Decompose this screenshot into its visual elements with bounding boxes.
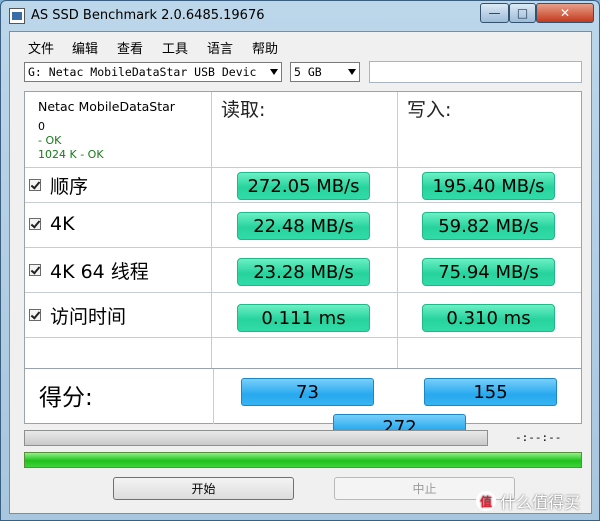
access-write-value: 0.310 ms	[422, 304, 555, 332]
overall-progress-bar	[24, 452, 582, 468]
4k64-read-value: 23.28 MB/s	[237, 258, 370, 286]
status-field	[369, 61, 582, 83]
write-header: 写入:	[407, 99, 452, 121]
watermark-text: 什么值得买	[500, 493, 581, 512]
menu-view[interactable]: 查看	[117, 38, 143, 57]
menu-edit[interactable]: 编辑	[72, 38, 98, 57]
access-text: 访问时间	[50, 305, 127, 328]
watermark-logo: 值	[476, 491, 496, 511]
4k64-text: 4K 64 线程	[50, 260, 149, 283]
drive-info-line: 0	[38, 120, 45, 133]
chevron-down-icon	[270, 69, 278, 75]
4k64-write-value: 75.94 MB/s	[422, 258, 555, 286]
4k64-checkbox[interactable]	[29, 264, 41, 276]
4k-checkbox[interactable]	[29, 218, 41, 230]
chevron-down-icon	[348, 69, 356, 75]
menu-language[interactable]: 语言	[207, 38, 233, 57]
drive-dropdown-value: G: Netac MobileDataStar USB Devic	[28, 65, 257, 79]
close-button[interactable]: ✕	[536, 3, 594, 23]
app-window: AS SSD Benchmark 2.0.6485.19676 — □ ✕ 文件…	[0, 0, 600, 521]
window-title: AS SSD Benchmark 2.0.6485.19676	[31, 8, 265, 23]
client-area: 文件 编辑 查看 工具 语言 帮助 G: Netac MobileDataSta…	[9, 31, 592, 514]
score-read: 73	[241, 378, 374, 406]
row-access-label: 访问时间	[29, 304, 127, 328]
seq-write-value: 195.40 MB/s	[422, 172, 555, 200]
main-panel: G: Netac MobileDataStar USB Devic 5 GB N…	[10, 58, 591, 513]
drive-dropdown[interactable]: G: Netac MobileDataStar USB Devic	[24, 62, 282, 82]
menu-tools[interactable]: 工具	[162, 38, 188, 57]
test-progress-bar	[24, 430, 488, 446]
drive-info-line: - OK	[38, 134, 62, 147]
minimize-button[interactable]: —	[480, 3, 509, 23]
results-grid: Netac MobileDataStar 0 - OK 1024 K - OK …	[24, 91, 582, 441]
menu-file[interactable]: 文件	[28, 38, 54, 57]
elapsed-time: -:--:--	[515, 431, 562, 444]
test-size-value: 5 GB	[294, 65, 322, 79]
start-button[interactable]: 开始	[113, 477, 294, 500]
watermark: 值 什么值得买	[476, 489, 580, 513]
access-checkbox[interactable]	[29, 309, 41, 321]
access-read-value: 0.111 ms	[237, 304, 370, 332]
menu-bar: 文件 编辑 查看 工具 语言 帮助	[10, 32, 591, 58]
read-header: 读取:	[221, 99, 266, 121]
menu-help[interactable]: 帮助	[252, 38, 278, 57]
row-seq-label: 顺序	[29, 174, 89, 198]
drive-info: 0 - OK 1024 K - OK	[38, 120, 208, 162]
seq-read-value: 272.05 MB/s	[237, 172, 370, 200]
4k-text: 4K	[50, 213, 75, 235]
score-label: 得分:	[39, 385, 93, 411]
seq-text: 顺序	[50, 175, 89, 198]
title-bar[interactable]: AS SSD Benchmark 2.0.6485.19676 — □ ✕	[1, 1, 599, 31]
seq-checkbox[interactable]	[29, 179, 41, 191]
row-4k-label: 4K	[29, 213, 75, 235]
drive-name: Netac MobileDataStar	[38, 99, 175, 114]
4k-read-value: 22.48 MB/s	[237, 212, 370, 240]
maximize-button[interactable]: □	[509, 3, 536, 23]
test-size-dropdown[interactable]: 5 GB	[290, 62, 360, 82]
4k-write-value: 59.82 MB/s	[422, 212, 555, 240]
drive-info-line: 1024 K - OK	[38, 148, 104, 161]
score-write: 155	[424, 378, 557, 406]
overall-progress-fill	[25, 453, 581, 467]
row-4k64-label: 4K 64 线程	[29, 259, 149, 283]
app-icon	[9, 8, 25, 24]
